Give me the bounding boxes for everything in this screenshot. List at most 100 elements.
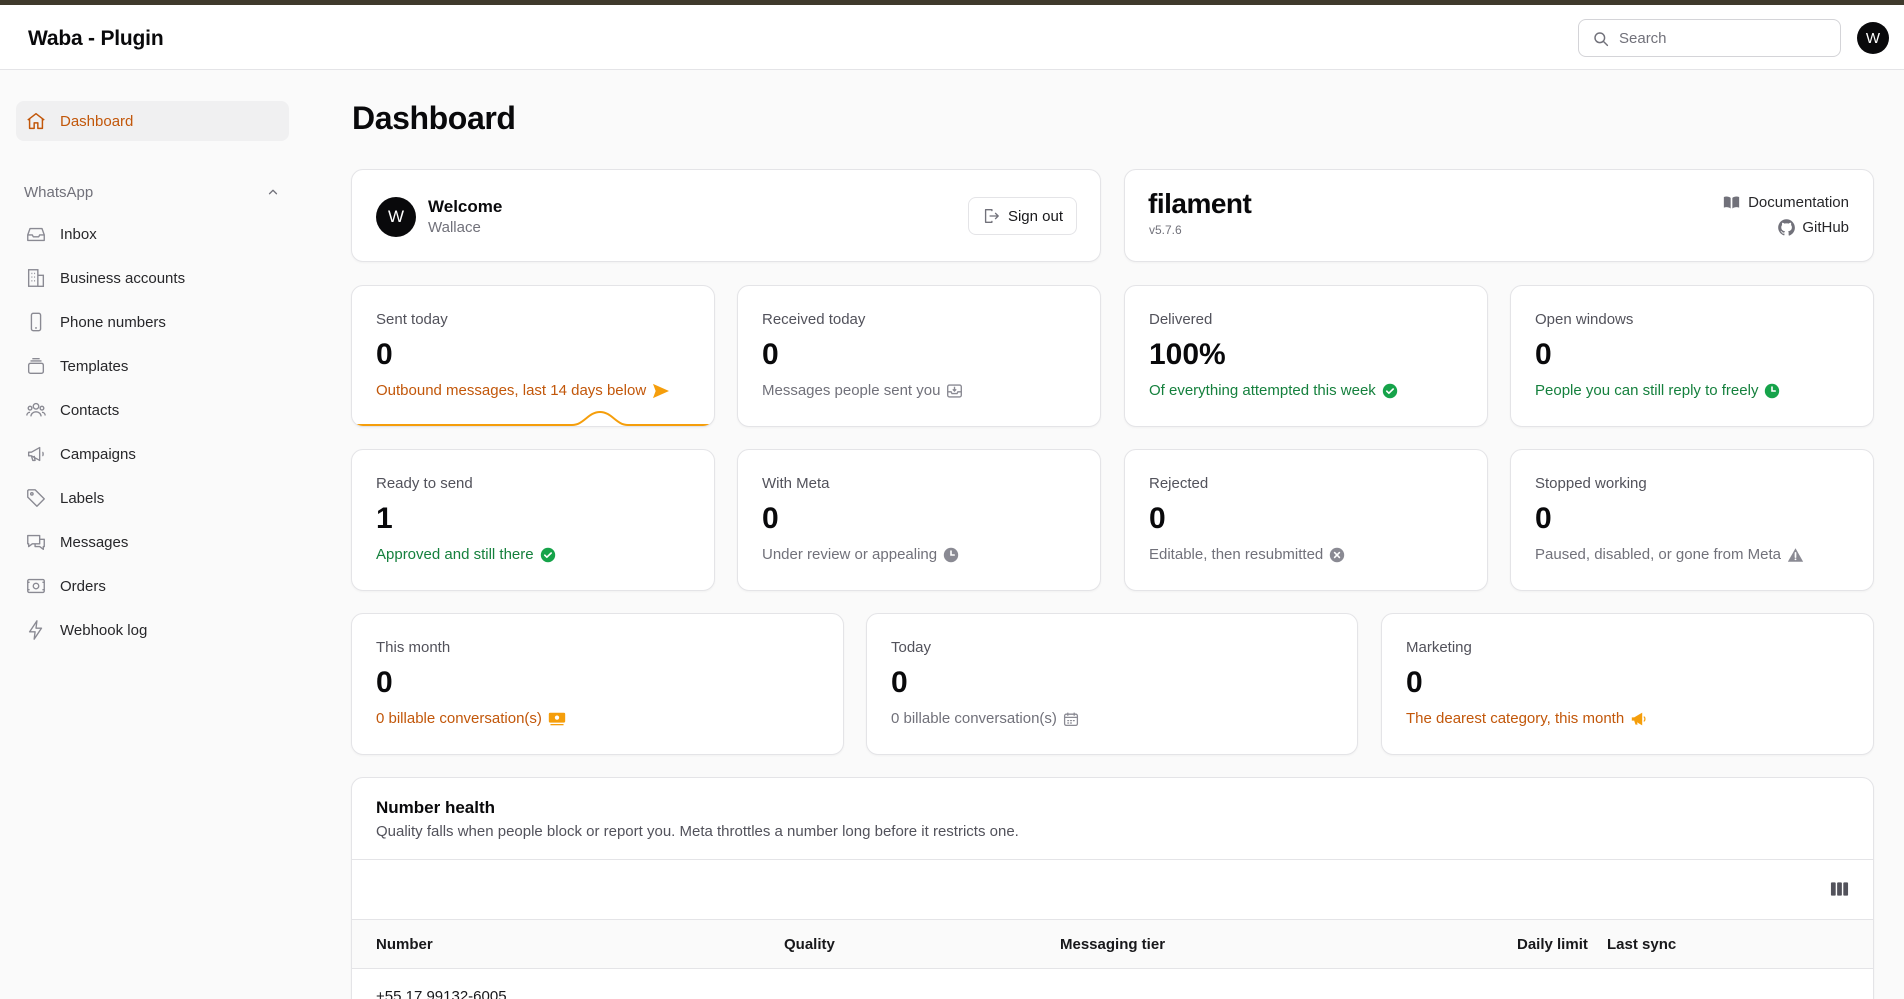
stat-description: Of everything attempted this week (1149, 382, 1398, 399)
columns-icon[interactable] (1830, 881, 1849, 897)
sign-out-label: Sign out (1007, 207, 1063, 225)
inbox-icon (24, 222, 48, 246)
stat-value: 0 (376, 338, 393, 371)
stat-description-text: Outbound messages, last 14 days below (376, 382, 647, 399)
documentation-link[interactable]: Documentation (1723, 194, 1849, 211)
sidebar-item-webhook-log[interactable]: Webhook log (16, 610, 289, 650)
top-bar: Waba - Plugin W (0, 5, 1904, 70)
billing-card-this-month: This month 0 0 billable conversation(s) (351, 613, 844, 755)
inbox-tray-icon (947, 383, 963, 398)
stat-value: 0 (1535, 502, 1552, 535)
welcome-title: Welcome (428, 197, 503, 216)
calendar-icon (1063, 712, 1078, 726)
stat-description: 0 billable conversation(s) (376, 710, 566, 727)
sidebar-item-templates[interactable]: Templates (16, 346, 289, 386)
sidebar-item-contacts[interactable]: Contacts (16, 390, 289, 430)
github-label: GitHub (1802, 219, 1849, 236)
tag-icon (24, 486, 48, 510)
stat-description-text: Of everything attempted this week (1149, 382, 1376, 399)
billing-card-today: Today 0 0 billable conversation(s) (866, 613, 1358, 755)
filament-info-card: filament v5.7.6 Documentation GitHub (1124, 169, 1874, 262)
stat-value: 0 (762, 338, 779, 371)
sidebar-item-phone-numbers[interactable]: Phone numbers (16, 302, 289, 342)
stat-description: The dearest category, this month (1406, 710, 1648, 727)
sidebar-item-label: Orders (60, 577, 106, 595)
warning-icon (1787, 547, 1804, 562)
column-last-sync[interactable]: Last sync (1607, 936, 1676, 953)
table-toolbar (352, 859, 1873, 920)
column-daily-limit[interactable]: Daily limit (1517, 936, 1588, 953)
send-icon (653, 383, 670, 398)
sidebar-item-business-accounts[interactable]: Business accounts (16, 258, 289, 298)
stat-card-with-meta: With Meta 0 Under review or appealing (737, 449, 1101, 591)
stat-value: 0 (1535, 338, 1552, 371)
megaphone-icon (1631, 712, 1646, 725)
sidebar-item-label: Labels (60, 489, 105, 507)
avatar: W (376, 197, 416, 237)
github-link[interactable]: GitHub (1777, 218, 1849, 237)
sidebar-item-label: Dashboard (60, 112, 134, 130)
stat-card-stopped-working: Stopped working 0 Paused, disabled, or g… (1510, 449, 1874, 591)
stat-description: Messages people sent you (762, 382, 963, 399)
filament-version: v5.7.6 (1149, 223, 1182, 237)
bolt-icon (24, 618, 48, 642)
stat-value: 100% (1149, 338, 1226, 371)
stat-card-received-today: Received today 0 Messages people sent yo… (737, 285, 1101, 427)
stat-value: 0 (762, 502, 779, 535)
stat-label: Marketing (1406, 639, 1472, 656)
phone-icon (24, 310, 48, 334)
documentation-label: Documentation (1748, 194, 1849, 211)
stat-label: Delivered (1149, 311, 1213, 328)
stat-description-text: 0 billable conversation(s) (376, 710, 542, 727)
stat-card-ready-to-send: Ready to send 1 Approved and still there (351, 449, 715, 591)
stat-description: Editable, then resubmitted (1149, 546, 1345, 563)
user-avatar[interactable]: W (1857, 22, 1889, 54)
app-title[interactable]: Waba - Plugin (28, 27, 164, 51)
stat-description-text: Paused, disabled, or gone from Meta (1535, 546, 1781, 563)
sidebar-group-whatsapp[interactable]: WhatsApp (24, 181, 280, 203)
sidebar-item-labels[interactable]: Labels (16, 478, 289, 518)
stat-description-text: 0 billable conversation(s) (891, 710, 1057, 727)
sidebar-item-dashboard[interactable]: Dashboard (16, 101, 289, 141)
sidebar-item-label: Business accounts (60, 269, 186, 287)
search-box[interactable] (1578, 19, 1841, 57)
number-health-section: Number health Quality falls when people … (351, 777, 1874, 999)
table-row[interactable]: +55 17 99132-6005 (352, 969, 1873, 999)
table-header: Number Quality Messaging tier Daily limi… (352, 920, 1873, 969)
sidebar-item-label: Templates (60, 357, 129, 375)
stat-description-text: Editable, then resubmitted (1149, 546, 1324, 563)
column-quality[interactable]: Quality (784, 936, 835, 953)
stat-label: Received today (762, 311, 866, 328)
sidebar-item-orders[interactable]: Orders (16, 566, 289, 606)
stat-label: With Meta (762, 475, 830, 492)
clock-icon (943, 547, 959, 562)
sidebar-item-label: Messages (60, 533, 129, 551)
sign-out-button[interactable]: Sign out (967, 197, 1077, 235)
column-number[interactable]: Number (376, 936, 433, 953)
user-name: Wallace (428, 219, 481, 236)
cell-number: +55 17 99132-6005 (376, 988, 507, 999)
stat-value: 1 (376, 502, 393, 535)
sidebar-item-label: Webhook log (60, 621, 148, 639)
clock-icon (1765, 383, 1780, 398)
templates-icon (24, 354, 48, 378)
check-circle-icon (1382, 383, 1397, 398)
sidebar-item-inbox[interactable]: Inbox (16, 214, 289, 254)
stat-value: 0 (1406, 666, 1423, 699)
sidebar-item-campaigns[interactable]: Campaigns (16, 434, 289, 474)
sidebar-group-label: WhatsApp (24, 183, 94, 201)
orders-icon (24, 574, 48, 598)
welcome-card: W Welcome Wallace Sign out (351, 169, 1101, 262)
stat-description-text: Approved and still there (376, 546, 534, 563)
sidebar-item-messages[interactable]: Messages (16, 522, 289, 562)
stat-value: 0 (1149, 502, 1166, 535)
chevron-up-icon[interactable] (266, 185, 280, 199)
page-title: Dashboard (352, 100, 516, 136)
stat-value: 0 (891, 666, 908, 699)
search-input[interactable] (1619, 28, 1829, 48)
stat-card-rejected: Rejected 0 Editable, then resubmitted (1124, 449, 1488, 591)
home-icon (24, 109, 48, 133)
stat-card-delivered: Delivered 100% Of everything attempted t… (1124, 285, 1488, 427)
stat-label: Sent today (376, 311, 448, 328)
column-messaging-tier[interactable]: Messaging tier (1060, 936, 1165, 953)
